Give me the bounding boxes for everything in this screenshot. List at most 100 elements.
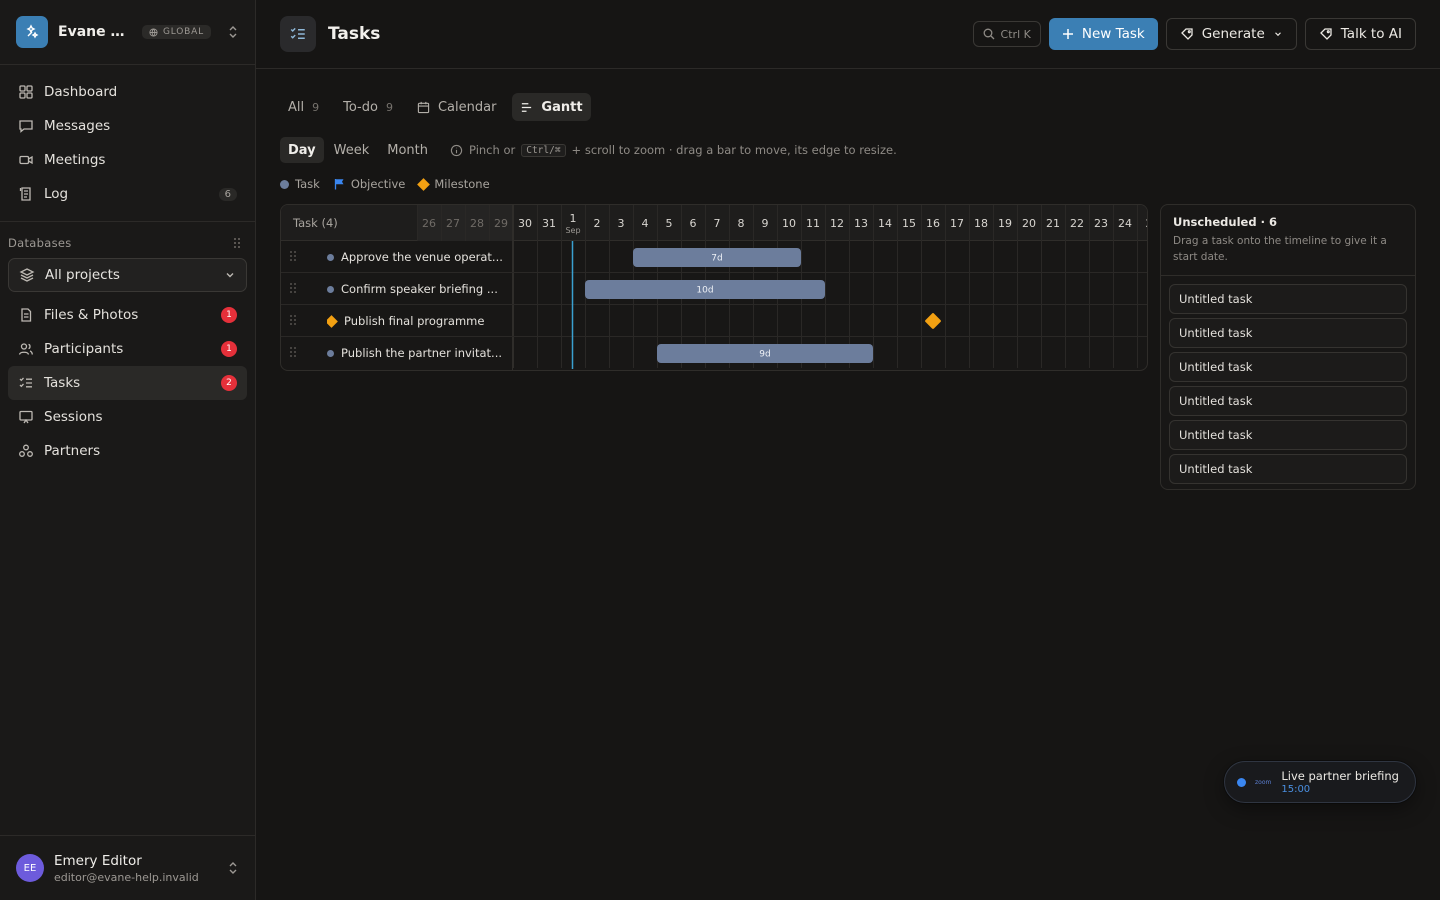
sparkle-tag-icon bbox=[1180, 28, 1193, 40]
calendar-icon bbox=[417, 101, 430, 113]
legend-task: Task bbox=[280, 177, 320, 191]
presentation-icon bbox=[18, 409, 34, 425]
unscheduled-task[interactable]: Untitled task bbox=[1169, 420, 1407, 450]
plus-icon bbox=[1062, 29, 1073, 39]
globe-icon bbox=[149, 27, 158, 37]
zoom-month[interactable]: Month bbox=[379, 137, 436, 163]
chevron-down-icon bbox=[224, 269, 236, 281]
task-dot-icon bbox=[327, 253, 334, 261]
search-icon bbox=[983, 28, 995, 40]
unscheduled-panel: Unscheduled · 6 Drag a task onto the tim… bbox=[1160, 204, 1416, 490]
unscheduled-task[interactable]: Untitled task bbox=[1169, 454, 1407, 484]
unscheduled-task[interactable]: Untitled task bbox=[1169, 352, 1407, 382]
avatar: EE bbox=[16, 854, 44, 882]
video-icon bbox=[18, 152, 34, 168]
new-task-button[interactable]: New Task bbox=[1048, 18, 1158, 50]
live-meeting-time: 15:00 bbox=[1281, 784, 1311, 795]
generate-button[interactable]: Generate bbox=[1165, 18, 1297, 50]
unscheduled-task[interactable]: Untitled task bbox=[1169, 284, 1407, 314]
gantt-task-row[interactable]: Publish the partner invitat... bbox=[281, 337, 1147, 369]
tab-calendar[interactable]: Calendar bbox=[409, 93, 504, 121]
nav-sessions[interactable]: Sessions bbox=[8, 400, 247, 434]
legend-objective: Objective bbox=[334, 177, 405, 191]
log-count-badge: 6 bbox=[218, 187, 237, 201]
page-title: Tasks bbox=[328, 24, 381, 44]
ai-tag-icon bbox=[1319, 28, 1332, 40]
grid-icon bbox=[18, 84, 34, 100]
user-menu[interactable]: EE Emery Editor editor@evane-help.invali… bbox=[0, 835, 255, 900]
gantt-legend: Task Objective Milestone bbox=[280, 177, 490, 191]
unscheduled-subtitle: Drag a task onto the timeline to give it… bbox=[1173, 235, 1387, 263]
file-icon bbox=[18, 307, 34, 323]
live-meeting-pill[interactable]: zoom Live partner briefing 15:00 bbox=[1224, 761, 1416, 803]
unscheduled-title: Unscheduled · 6 bbox=[1173, 215, 1277, 229]
live-indicator-icon bbox=[1237, 777, 1246, 787]
tab-gantt[interactable]: Gantt bbox=[512, 93, 591, 121]
task-column-header: Task (4) bbox=[293, 216, 338, 230]
participants-badge: 1 bbox=[221, 341, 237, 357]
main-nav: Dashboard Messages Meetings Log 6 bbox=[0, 65, 255, 221]
checklist-icon bbox=[18, 375, 34, 391]
tasks-badge: 2 bbox=[221, 375, 237, 391]
milestone-diamond-icon bbox=[327, 314, 338, 328]
tasks-page-icon bbox=[280, 16, 316, 52]
chevron-updown-icon bbox=[227, 25, 239, 39]
task-name: Publish the partner invitat... bbox=[341, 346, 503, 360]
search-button[interactable]: Ctrl K bbox=[972, 21, 1041, 47]
message-icon bbox=[18, 118, 34, 134]
nav-log[interactable]: Log 6 bbox=[8, 177, 247, 211]
drag-handle-icon[interactable] bbox=[233, 237, 241, 249]
flag-icon bbox=[334, 179, 344, 190]
legend-milestone: Milestone bbox=[417, 177, 490, 191]
zoom-day[interactable]: Day bbox=[280, 137, 324, 163]
database-nav: Files & Photos 1 Participants 1 Tasks 2 … bbox=[0, 298, 255, 478]
project-selector[interactable]: All projects bbox=[8, 258, 247, 292]
talk-to-ai-button[interactable]: Talk to AI bbox=[1304, 18, 1416, 50]
zoom-week[interactable]: Week bbox=[326, 137, 378, 163]
unscheduled-task[interactable]: Untitled task bbox=[1169, 318, 1407, 348]
nav-partners[interactable]: Partners bbox=[8, 434, 247, 468]
task-name: Publish final programme bbox=[344, 314, 485, 328]
task-name: Confirm speaker briefing ... bbox=[341, 282, 498, 296]
unscheduled-task[interactable]: Untitled task bbox=[1169, 386, 1407, 416]
user-name: Emery Editor bbox=[54, 852, 142, 869]
tab-todo[interactable]: To-do 9 bbox=[335, 93, 401, 121]
nav-tasks[interactable]: Tasks 2 bbox=[8, 366, 247, 400]
live-meeting-title: Live partner briefing bbox=[1281, 769, 1399, 783]
task-dot-icon bbox=[327, 285, 334, 293]
databases-heading: Databases bbox=[0, 222, 255, 258]
gantt-task-row[interactable]: Confirm speaker briefing ... bbox=[281, 273, 1147, 305]
nav-meetings[interactable]: Meetings bbox=[8, 143, 247, 177]
task-name: Approve the venue operat... bbox=[341, 250, 503, 264]
partners-icon bbox=[18, 443, 34, 459]
nav-messages[interactable]: Messages bbox=[8, 109, 247, 143]
drag-handle-icon[interactable] bbox=[289, 250, 297, 262]
chevron-down-icon bbox=[1274, 32, 1281, 37]
gantt-icon bbox=[522, 102, 532, 112]
tab-all[interactable]: All 9 bbox=[280, 93, 327, 121]
nav-files-photos[interactable]: Files & Photos 1 bbox=[8, 298, 247, 332]
nav-participants[interactable]: Participants 1 bbox=[8, 332, 247, 366]
task-dot-icon bbox=[327, 349, 334, 357]
topbar: Tasks Ctrl K New Task Generate Talk to A… bbox=[256, 0, 1440, 69]
sidebar: Evane He... GLOBAL Dashboard Messages Me… bbox=[0, 0, 256, 900]
info-icon bbox=[450, 144, 463, 156]
files-badge: 1 bbox=[221, 307, 237, 323]
layers-icon bbox=[19, 267, 35, 283]
nav-dashboard[interactable]: Dashboard bbox=[8, 75, 247, 109]
workspace-scope-badge: GLOBAL bbox=[142, 25, 211, 39]
zoom-controls: Day Week Month Pinch or Ctrl/⌘ + scroll … bbox=[280, 137, 897, 163]
drag-handle-icon[interactable] bbox=[289, 314, 297, 326]
workspace-switcher[interactable]: Evane He... GLOBAL bbox=[0, 0, 255, 65]
gantt-task-row[interactable]: Approve the venue operat... bbox=[281, 241, 1147, 273]
zoom-hint: Pinch or Ctrl/⌘ + scroll to zoom · drag … bbox=[450, 143, 897, 157]
user-email: editor@evane-help.invalid bbox=[54, 870, 199, 884]
gantt-task-row[interactable]: Publish final programme bbox=[281, 305, 1147, 337]
drag-handle-icon[interactable] bbox=[289, 282, 297, 294]
chevron-updown-icon bbox=[227, 861, 239, 875]
view-tabs: All 9 To-do 9 Calendar Gantt bbox=[280, 93, 599, 121]
workspace-name: Evane He... bbox=[58, 24, 136, 40]
log-icon bbox=[18, 186, 34, 202]
drag-handle-icon[interactable] bbox=[289, 346, 297, 358]
zoom-logo: zoom bbox=[1255, 778, 1272, 786]
